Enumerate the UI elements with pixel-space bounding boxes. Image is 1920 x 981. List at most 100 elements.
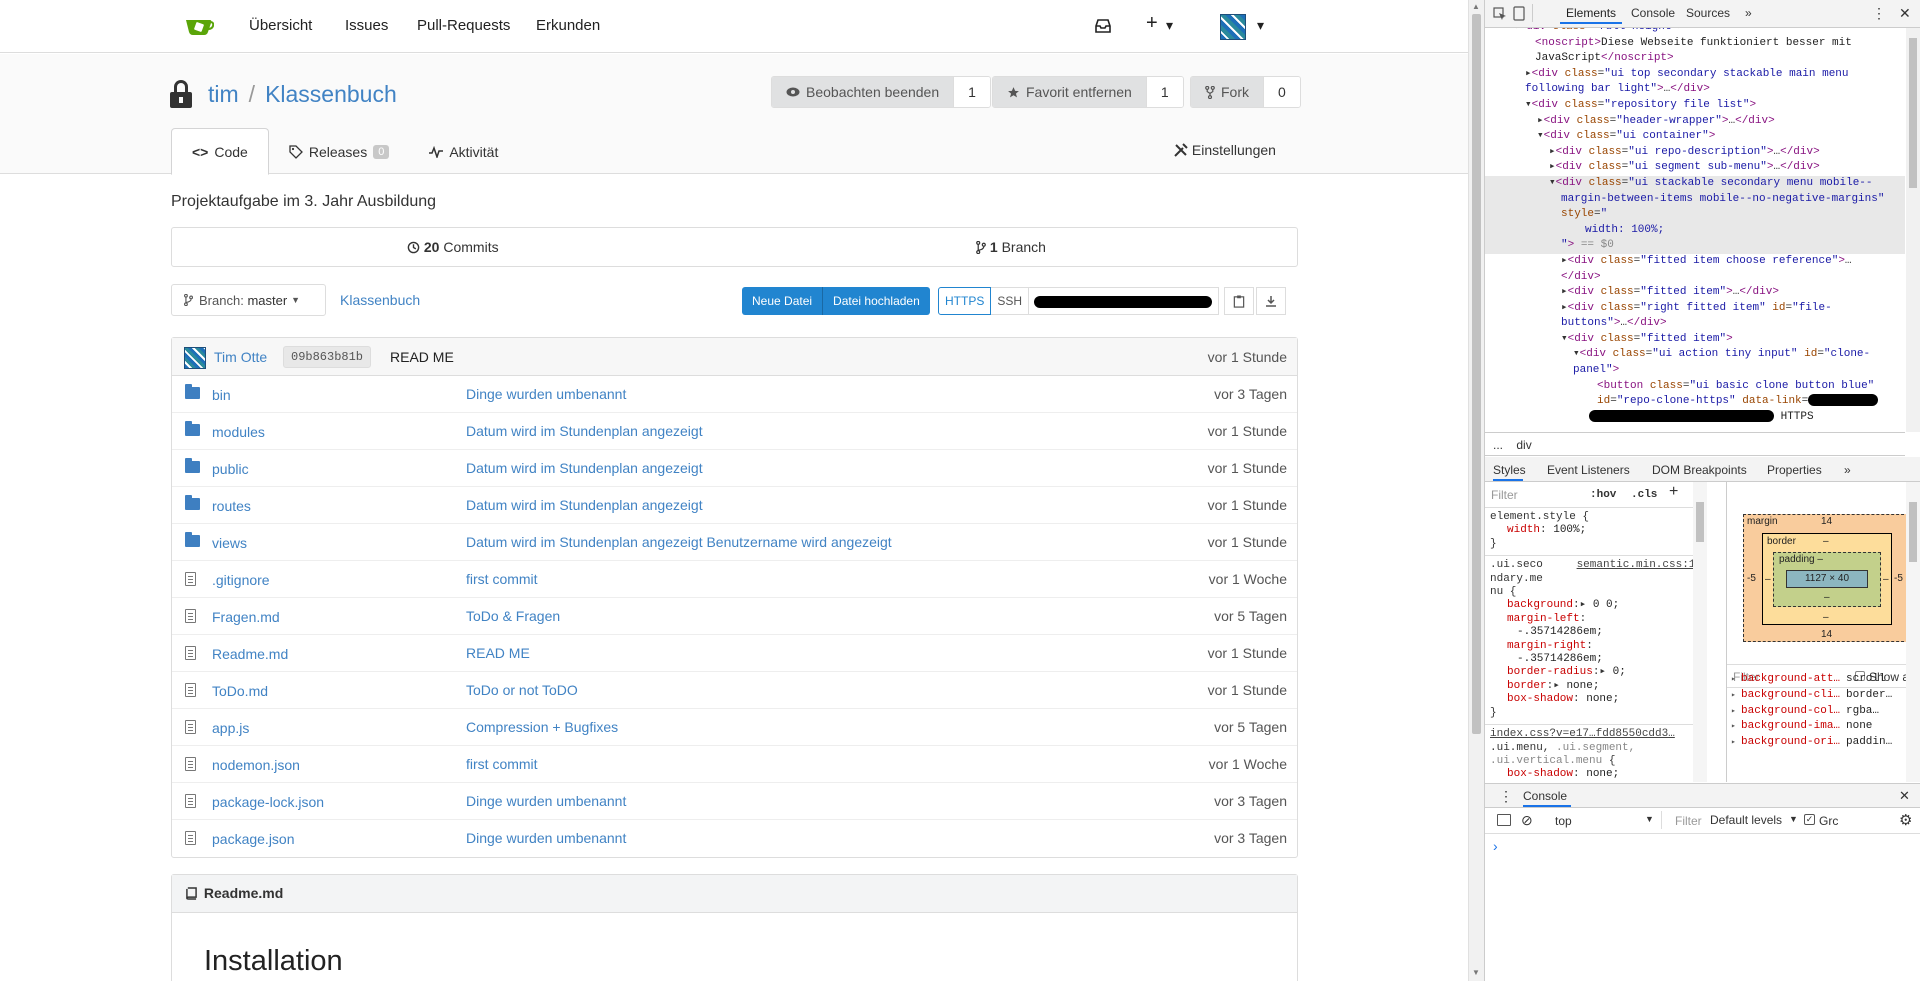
file-commit-message-link[interactable]: first commit (466, 571, 538, 587)
file-commit-message-link[interactable]: first commit (466, 756, 538, 772)
commit-author[interactable]: Tim Otte (214, 349, 267, 365)
file-commit-message-link[interactable]: Dinge wurden umbenannt (466, 793, 626, 809)
styles-scrollbar[interactable] (1693, 482, 1707, 782)
commits-link[interactable]: 20 Commits (407, 239, 499, 255)
add-rule-icon[interactable]: + (1669, 483, 1678, 500)
context-selector[interactable]: top (1555, 814, 1572, 828)
file-name-link[interactable]: modules (212, 424, 265, 440)
scroll-down-icon[interactable]: ▼ (1472, 968, 1480, 977)
star-count[interactable]: 1 (1145, 77, 1183, 107)
file-commit-message-link[interactable]: READ ME (466, 645, 530, 661)
file-commit-message-link[interactable]: Datum wird im Stundenplan angezeigt (466, 497, 703, 513)
gitea-logo-icon[interactable] (184, 14, 214, 38)
file-commit-message-link[interactable]: ToDo & Fragen (466, 608, 560, 624)
computed-property[interactable]: ▸ background-att… scroll (1726, 672, 1920, 688)
branch-selector[interactable]: Branch: master ▼ (171, 284, 326, 316)
nav-explore[interactable]: Erkunden (536, 17, 600, 34)
file-name-link[interactable]: ToDo.md (212, 683, 268, 699)
file-commit-message-link[interactable]: Datum wird im Stundenplan angezeigt (466, 423, 703, 439)
expand-icon[interactable]: ▸ (1731, 688, 1736, 704)
branches-link[interactable]: 1 Branch (976, 239, 1046, 255)
box-model-border[interactable]: border – – – – padding – – 1127 × 40 (1762, 533, 1892, 625)
chevron-down-icon[interactable]: ▾ (1166, 17, 1173, 34)
subtab-properties[interactable]: Properties (1767, 463, 1822, 477)
drawer-menu-icon[interactable]: ⋮ (1499, 788, 1513, 805)
tab-code[interactable]: <> Code (171, 128, 269, 175)
box-model-padding[interactable]: padding – – 1127 × 40 (1773, 552, 1881, 607)
computed-scrollbar[interactable] (1906, 482, 1920, 782)
devtools-tab-sources[interactable]: Sources (1686, 6, 1730, 20)
tab-activity[interactable]: Aktivität (409, 128, 518, 175)
clone-url-input[interactable] (1029, 287, 1220, 315)
scrollbar-thumb[interactable] (1472, 14, 1481, 734)
copy-url-button[interactable] (1224, 287, 1254, 315)
dom-line-selected[interactable]: ▾<div class="ui stackable secondary menu… (1485, 175, 1905, 192)
scroll-up-icon[interactable]: ▲ (1472, 2, 1480, 11)
computed-property[interactable]: ▸ background-ima… none (1726, 719, 1920, 735)
computed-property[interactable]: ▸ background-cli… border… (1726, 688, 1920, 704)
group-checkbox[interactable]: ✓ (1804, 814, 1815, 825)
crumb-ellipsis[interactable]: ... (1493, 438, 1503, 452)
chevron-down-icon[interactable]: ▾ (1257, 17, 1264, 34)
file-commit-message-link[interactable]: ToDo or not ToDO (466, 682, 578, 698)
unstar-button[interactable]: Favorit entfernen (993, 77, 1146, 107)
clone-ssh-button[interactable]: SSH (991, 287, 1030, 315)
file-commit-message-link[interactable]: Dinge wurden umbenannt (466, 386, 626, 402)
file-name-link[interactable]: package-lock.json (212, 794, 324, 810)
expand-icon[interactable]: ▸ (1731, 735, 1736, 751)
box-model-content[interactable]: 1127 × 40 (1786, 570, 1868, 588)
unwatch-button[interactable]: Beobachten beenden (772, 77, 954, 107)
file-commit-message-link[interactable]: Dinge wurden umbenannt (466, 830, 626, 846)
path-breadcrumb[interactable]: Klassenbuch (340, 292, 420, 308)
upload-file-button[interactable]: Datei hochladen (822, 287, 930, 315)
file-name-link[interactable]: Readme.md (212, 646, 288, 662)
inbox-icon[interactable] (1095, 19, 1111, 33)
subtab-styles[interactable]: Styles (1493, 463, 1526, 477)
console-settings-icon[interactable]: ⚙ (1899, 811, 1912, 829)
expand-icon[interactable]: ▸ (1731, 719, 1736, 735)
file-name-link[interactable]: bin (212, 387, 231, 403)
nav-pull-requests[interactable]: Pull-Requests (417, 17, 510, 34)
nav-overview[interactable]: Übersicht (249, 17, 312, 34)
context-dropdown-icon[interactable]: ▼ (1645, 814, 1654, 824)
device-toolbar-icon[interactable] (1513, 6, 1525, 21)
watch-count[interactable]: 1 (953, 77, 990, 107)
subtab-event-listeners[interactable]: Event Listeners (1547, 463, 1630, 477)
tab-releases[interactable]: Releases 0 (269, 128, 410, 175)
repo-owner-link[interactable]: tim (208, 81, 239, 108)
fork-button[interactable]: Fork (1191, 77, 1263, 107)
subtab-dom-breakpoints[interactable]: DOM Breakpoints (1652, 463, 1747, 477)
file-name-link[interactable]: views (212, 535, 247, 551)
console-filter-input[interactable]: Filter (1675, 814, 1702, 828)
clone-https-button[interactable]: HTTPS (938, 287, 992, 315)
file-name-link[interactable]: package.json (212, 831, 295, 847)
kebab-menu-icon[interactable]: ⋮ (1872, 5, 1886, 22)
crumb-div[interactable]: div (1516, 438, 1531, 452)
log-levels-dropdown[interactable]: Default levels (1710, 813, 1782, 827)
expand-icon[interactable]: ▸ (1731, 672, 1736, 688)
computed-property[interactable]: ▸ background-col… rgba… (1726, 704, 1920, 720)
console-drawer-tab[interactable]: Console (1523, 789, 1567, 803)
sidebar-toggle-icon[interactable] (1497, 814, 1511, 826)
devtools-more-tabs[interactable]: » (1745, 6, 1752, 20)
plus-icon[interactable]: + (1146, 12, 1158, 35)
download-button[interactable] (1256, 287, 1286, 315)
file-name-link[interactable]: Fragen.md (212, 609, 280, 625)
styles-filter-input[interactable]: Filter (1491, 488, 1518, 502)
clear-console-icon[interactable]: ⊘ (1521, 812, 1533, 829)
fork-count[interactable]: 0 (1263, 77, 1300, 107)
new-file-button[interactable]: Neue Datei (742, 287, 822, 315)
user-avatar[interactable] (1220, 14, 1246, 40)
box-model-margin[interactable]: margin 14 14 -5 -5 border – – – – paddin… (1743, 514, 1909, 642)
file-name-link[interactable]: routes (212, 498, 251, 514)
hov-toggle[interactable]: :hov (1590, 489, 1616, 502)
file-name-link[interactable]: public (212, 461, 249, 477)
commit-sha[interactable]: 09b863b81b (283, 346, 372, 368)
close-drawer-icon[interactable]: ✕ (1899, 788, 1910, 804)
tab-settings[interactable]: Einstellungen (1174, 142, 1276, 158)
devtools-tab-console[interactable]: Console (1631, 6, 1675, 20)
file-name-link[interactable]: .gitignore (212, 572, 270, 588)
repo-name-link[interactable]: Klassenbuch (265, 81, 397, 108)
dom-scrollbar[interactable] (1906, 28, 1920, 432)
file-name-link[interactable]: nodemon.json (212, 757, 300, 773)
